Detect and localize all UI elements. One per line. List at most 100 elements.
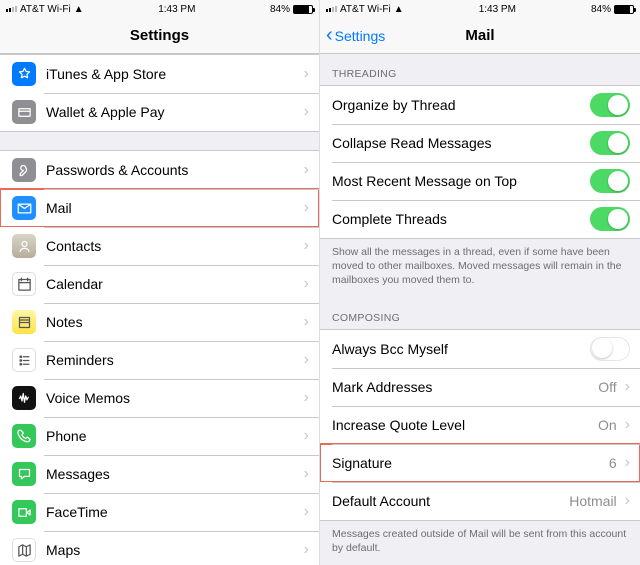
status-bar: AT&T Wi-Fi ▲ 1:43 PM 84% [320, 0, 640, 18]
mail-row-organize-thread[interactable]: Organize by Thread [320, 86, 640, 124]
page-title: Mail [465, 27, 494, 44]
settings-row-maps[interactable]: Maps › [0, 531, 319, 565]
row-label: Most Recent Message on Top [332, 173, 590, 189]
mail-row-increase-quote[interactable]: Increase Quote LevelOn› [320, 406, 640, 444]
settings-row-contacts[interactable]: Contacts › [0, 227, 319, 265]
row-detail: Hotmail [569, 493, 620, 509]
chevron-right-icon: › [304, 65, 309, 83]
row-label: Complete Threads [332, 211, 590, 227]
section-header: COMPOSING [320, 298, 640, 329]
row-label: Reminders [46, 352, 300, 368]
notes-icon [12, 310, 36, 334]
row-label: Calendar [46, 276, 300, 292]
settings-screen: AT&T Wi-Fi ▲ 1:43 PM 84% Settings iTunes… [0, 0, 320, 565]
maps-icon [12, 538, 36, 562]
row-label: Notes [46, 314, 300, 330]
mail-row-always-bcc[interactable]: Always Bcc Myself [320, 330, 640, 368]
mail-icon [12, 196, 36, 220]
chevron-right-icon: › [304, 503, 309, 521]
row-label: iTunes & App Store [46, 66, 300, 82]
chevron-right-icon: › [304, 541, 309, 559]
row-label: Maps [46, 542, 300, 558]
section-header: THREADING [320, 54, 640, 85]
chevron-right-icon: › [625, 492, 630, 510]
row-label: Messages [46, 466, 300, 482]
settings-row-mail[interactable]: Mail › [0, 189, 319, 227]
chevron-right-icon: › [625, 416, 630, 434]
reminders-icon [12, 348, 36, 372]
battery-pct: 84% [270, 4, 290, 15]
chevron-right-icon: › [304, 103, 309, 121]
section-footer: Messages created outside of Mail will be… [320, 521, 640, 565]
settings-row-calendar[interactable]: Calendar › [0, 265, 319, 303]
settings-row-passwords[interactable]: Passwords & Accounts › [0, 151, 319, 189]
toggle-most-recent-top[interactable] [590, 169, 630, 193]
nav-bar: ‹ Settings Mail [320, 18, 640, 54]
battery-icon [293, 5, 313, 14]
settings-row-voice-memos[interactable]: Voice Memos › [0, 379, 319, 417]
row-label: Always Bcc Myself [332, 341, 590, 357]
carrier-label: AT&T Wi-Fi [20, 4, 71, 15]
phone-icon [12, 424, 36, 448]
contacts-icon [12, 234, 36, 258]
row-label: Wallet & Apple Pay [46, 104, 300, 120]
facetime-icon [12, 500, 36, 524]
row-label: Passwords & Accounts [46, 162, 300, 178]
row-label: Signature [332, 455, 609, 471]
settings-row-itunes[interactable]: iTunes & App Store › [0, 55, 319, 93]
settings-row-messages[interactable]: Messages › [0, 455, 319, 493]
row-label: Mark Addresses [332, 379, 598, 395]
chevron-right-icon: › [304, 237, 309, 255]
row-detail: On [598, 417, 621, 433]
row-label: Collapse Read Messages [332, 135, 590, 151]
settings-row-facetime[interactable]: FaceTime › [0, 493, 319, 531]
wifi-icon: ▲ [74, 4, 84, 15]
chevron-right-icon: › [304, 199, 309, 217]
signal-icon [6, 6, 17, 12]
row-detail: 6 [609, 455, 621, 471]
mail-settings-list[interactable]: THREADINGOrganize by Thread Collapse Read… [320, 54, 640, 565]
row-detail: Off [598, 379, 620, 395]
chevron-right-icon: › [304, 313, 309, 331]
battery-icon [614, 5, 634, 14]
settings-list[interactable]: iTunes & App Store › Wallet & Apple Pay … [0, 54, 319, 565]
chevron-right-icon: › [625, 378, 630, 396]
clock: 1:43 PM [158, 4, 195, 15]
back-button[interactable]: ‹ Settings [326, 18, 385, 53]
chevron-right-icon: › [304, 427, 309, 445]
mail-settings-screen: AT&T Wi-Fi ▲ 1:43 PM 84% ‹ Settings Mail… [320, 0, 640, 565]
appstore-icon [12, 62, 36, 86]
section-footer: Show all the messages in a thread, even … [320, 239, 640, 298]
mail-row-collapse-read[interactable]: Collapse Read Messages [320, 124, 640, 162]
settings-row-reminders[interactable]: Reminders › [0, 341, 319, 379]
toggle-always-bcc[interactable] [590, 337, 630, 361]
settings-row-notes[interactable]: Notes › [0, 303, 319, 341]
mail-row-most-recent-top[interactable]: Most Recent Message on Top [320, 162, 640, 200]
chevron-right-icon: › [304, 389, 309, 407]
settings-row-wallet[interactable]: Wallet & Apple Pay › [0, 93, 319, 131]
toggle-organize-thread[interactable] [590, 93, 630, 117]
row-label: Increase Quote Level [332, 417, 598, 433]
chevron-left-icon: ‹ [326, 24, 333, 47]
mail-row-default-account[interactable]: Default AccountHotmail› [320, 482, 640, 520]
status-bar: AT&T Wi-Fi ▲ 1:43 PM 84% [0, 0, 319, 18]
wifi-icon: ▲ [394, 4, 404, 15]
chevron-right-icon: › [625, 454, 630, 472]
chevron-right-icon: › [304, 161, 309, 179]
row-label: Phone [46, 428, 300, 444]
toggle-collapse-read[interactable] [590, 131, 630, 155]
row-label: Mail [46, 200, 300, 216]
chevron-right-icon: › [304, 275, 309, 293]
mail-row-signature[interactable]: Signature6› [320, 444, 640, 482]
signal-icon [326, 6, 337, 12]
calendar-icon [12, 272, 36, 296]
back-label: Settings [335, 28, 386, 44]
mail-row-mark-addresses[interactable]: Mark AddressesOff › [320, 368, 640, 406]
page-title: Settings [130, 27, 189, 44]
messages-icon [12, 462, 36, 486]
toggle-complete-threads[interactable] [590, 207, 630, 231]
voice-icon [12, 386, 36, 410]
mail-row-complete-threads[interactable]: Complete Threads [320, 200, 640, 238]
clock: 1:43 PM [479, 4, 516, 15]
settings-row-phone[interactable]: Phone › [0, 417, 319, 455]
